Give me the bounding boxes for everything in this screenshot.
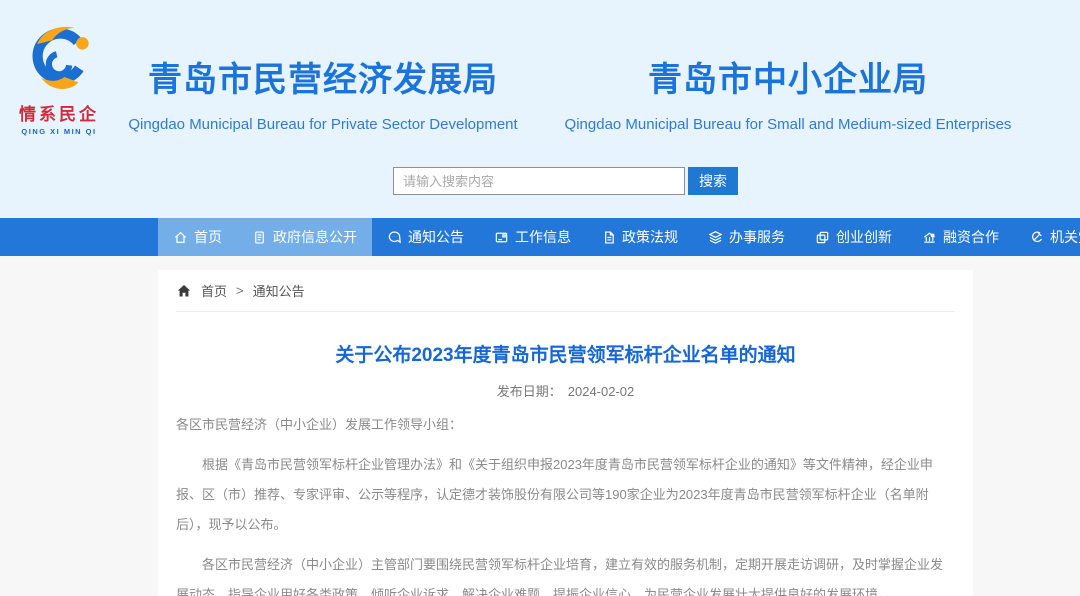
nav-item-financing[interactable]: 融资合作 (907, 218, 1014, 256)
copy-icon (815, 230, 830, 245)
nav-item-label: 创业创新 (836, 227, 892, 247)
search-button[interactable]: 搜索 (688, 167, 738, 195)
article-paragraph: 各区市民营经济（中小企业）发展工作领导小组： (176, 410, 955, 440)
nav-item-innovation[interactable]: 创业创新 (800, 218, 907, 256)
article-date-label: 发布日期： (497, 384, 562, 399)
main-nav: 首页 政府信息公开 通知公告 工作信息 政策法规 (0, 218, 1080, 256)
breadcrumb-current[interactable]: 通知公告 (253, 281, 305, 300)
document-icon (252, 230, 267, 245)
nav-item-label: 政策法规 (622, 227, 678, 247)
nav-item-notices[interactable]: 通知公告 (372, 218, 479, 256)
site-header: 情系民企 QING XI MIN QI 青岛市民营经济发展局 Qingdao M… (0, 0, 1080, 218)
nav-item-label: 办事服务 (729, 227, 785, 247)
nav-item-label: 机关党建 (1050, 227, 1080, 247)
bureau-logo-icon (20, 20, 98, 98)
search-input[interactable] (393, 167, 685, 195)
breadcrumb-home-icon (176, 283, 192, 299)
nav-item-label: 首页 (194, 227, 222, 247)
nav-highlight-group: 首页 政府信息公开 (158, 218, 372, 256)
nav-item-work-info[interactable]: 工作信息 (479, 218, 586, 256)
article-paragraph: 各区市民营经济（中小企业）主管部门要围绕民营领军标杆企业培育，建立有效的服务机制… (176, 550, 955, 596)
party-icon (1029, 230, 1044, 245)
nav-item-label: 通知公告 (408, 227, 464, 247)
page: 情系民企 QING XI MIN QI 青岛市民营经济发展局 Qingdao M… (0, 0, 1080, 596)
bureau-right: 青岛市中小企业局 Qingdao Municipal Bureau for Sm… (550, 52, 1026, 133)
article-date: 发布日期： 2024-02-02 (176, 381, 955, 400)
nav-item-label: 融资合作 (943, 227, 999, 247)
bureau-left-subtitle: Qingdao Municipal Bureau for Private Sec… (122, 116, 524, 133)
breadcrumb-separator: > (236, 283, 244, 298)
nav-inner: 首页 政府信息公开 通知公告 工作信息 政策法规 (158, 218, 1080, 256)
bureau-right-subtitle: Qingdao Municipal Bureau for Small and M… (550, 116, 1026, 133)
nav-item-label: 工作信息 (515, 227, 571, 247)
content-card: 首页 > 通知公告 关于公布2023年度青岛市民营领军标杆企业名单的通知 发布日… (158, 270, 973, 596)
nav-item-services[interactable]: 办事服务 (693, 218, 800, 256)
search-bar: 搜索 (393, 167, 738, 195)
bank-icon (922, 230, 937, 245)
article-body: 各区市民营经济（中小企业）发展工作领导小组： 根据《青岛市民营领军标杆企业管理办… (176, 410, 955, 596)
bureau-left: 青岛市民营经济发展局 Qingdao Municipal Bureau for … (122, 52, 524, 133)
nav-item-party-building[interactable]: 机关党建 (1014, 218, 1080, 256)
comment-icon (387, 230, 402, 245)
breadcrumb: 首页 > 通知公告 (176, 270, 955, 312)
home-icon (173, 230, 188, 245)
bureau-left-title: 青岛市民营经济发展局 (122, 52, 524, 101)
site-logo: 情系民企 QING XI MIN QI (8, 20, 110, 136)
nav-item-gov-info[interactable]: 政府信息公开 (237, 218, 372, 256)
monitor-icon (494, 230, 509, 245)
layers-icon (708, 230, 723, 245)
logo-slogan-en: QING XI MIN QI (8, 127, 110, 136)
logo-slogan-cn: 情系民企 (8, 100, 110, 125)
bureau-right-title: 青岛市中小企业局 (550, 52, 1026, 101)
article-title: 关于公布2023年度青岛市民营领军标杆企业名单的通知 (176, 340, 955, 367)
nav-item-policies[interactable]: 政策法规 (586, 218, 693, 256)
nav-item-label: 政府信息公开 (273, 227, 357, 247)
breadcrumb-home[interactable]: 首页 (201, 281, 227, 300)
article-paragraph: 根据《青岛市民营领军标杆企业管理办法》和《关于组织申报2023年度青岛市民营领军… (176, 450, 955, 540)
nav-item-home[interactable]: 首页 (158, 218, 237, 256)
article-date-value: 2024-02-02 (568, 384, 635, 399)
file-icon (601, 230, 616, 245)
